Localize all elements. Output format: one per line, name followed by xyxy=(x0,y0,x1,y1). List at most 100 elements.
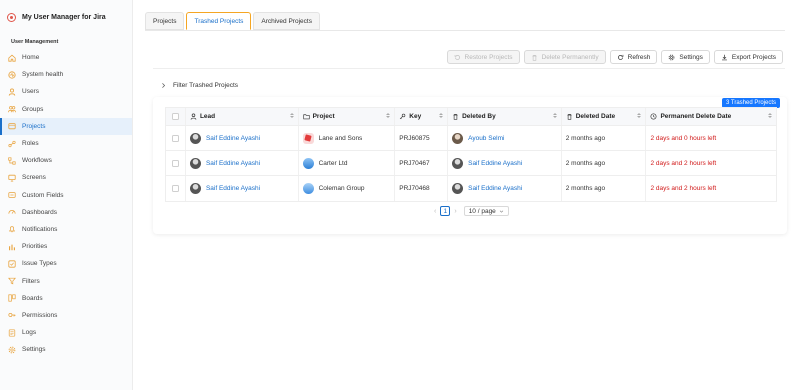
toolbar-divider xyxy=(153,68,785,69)
project-name: Coleman Group xyxy=(318,185,365,192)
project-name: Lane and Sons xyxy=(318,134,363,142)
column-label: Lead xyxy=(199,113,216,120)
sidebar-item-permissions[interactable]: Permissions xyxy=(0,307,132,324)
sidebar-item-logs[interactable]: Logs xyxy=(0,324,132,341)
page-number[interactable]: 1 xyxy=(440,206,451,216)
logs-icon xyxy=(8,329,16,337)
deleted-by-link[interactable]: Saif Eddine Ayashi xyxy=(468,185,522,192)
lead-link[interactable]: Saif Eddine Ayashi xyxy=(206,160,260,167)
export-projects-button[interactable]: Export Projects xyxy=(713,50,783,64)
sidebar-item-groups[interactable]: Groups xyxy=(0,101,132,118)
sidebar-item-settings[interactable]: Settings xyxy=(0,341,132,358)
sidebar-item-label: Home xyxy=(22,54,40,62)
tab-projects[interactable]: Projects xyxy=(145,12,185,30)
chevron-right-icon xyxy=(162,83,166,88)
settings-button[interactable]: Settings xyxy=(661,50,710,64)
roles-icon xyxy=(8,140,16,148)
table-header: Lead Project Key Deleted By Deleted Date… xyxy=(166,108,776,126)
sort-icon[interactable] xyxy=(439,113,444,118)
row-checkbox[interactable] xyxy=(171,134,179,142)
sidebar-item-filters[interactable]: Filters xyxy=(0,272,132,289)
table-row[interactable]: Saif Eddine Ayashi Lane and Sons PRJ6087… xyxy=(166,126,776,151)
sidebar-item-label: Filters xyxy=(22,277,40,285)
avatar xyxy=(189,157,201,169)
header-select-cell xyxy=(166,108,186,125)
boards-icon xyxy=(8,294,16,302)
row-checkbox[interactable] xyxy=(171,159,179,167)
sidebar-item-workflows[interactable]: Workflows xyxy=(0,152,132,169)
filters-icon xyxy=(8,277,16,285)
lead-cell: Saif Eddine Ayashi xyxy=(186,176,299,201)
screens-icon xyxy=(8,174,16,182)
tab-archived-projects[interactable]: Archived Projects xyxy=(253,12,320,30)
restore-projects-button[interactable]: Restore Projects xyxy=(446,50,520,64)
sidebar-item-label: Boards xyxy=(22,294,43,302)
select-all-checkbox[interactable] xyxy=(171,113,179,120)
avatar xyxy=(452,132,464,144)
sidebar-item-label: Permissions xyxy=(22,311,58,319)
sidebar-item-system-health[interactable]: System health xyxy=(0,66,132,83)
sidebar-section-title: User Management xyxy=(11,39,59,45)
lead-link[interactable]: Saif Eddine Ayashi xyxy=(206,185,260,192)
column-header-deleted-by[interactable]: Deleted By xyxy=(448,108,562,125)
column-label: Deleted By xyxy=(462,113,496,120)
trash-icon xyxy=(567,114,572,120)
deleted-by-link[interactable]: Saif Eddine Ayashi xyxy=(468,160,522,167)
prev-page-icon[interactable]: ‹ xyxy=(434,208,436,215)
sidebar-item-dashboards[interactable]: Dashboards xyxy=(0,204,132,221)
groups-icon xyxy=(8,105,16,113)
column-header-deleted-date[interactable]: Deleted Date xyxy=(562,108,647,125)
sidebar-item-roles[interactable]: Roles xyxy=(0,135,132,152)
avatar xyxy=(189,183,201,194)
export-projects-label: Export Projects xyxy=(731,53,776,61)
project-avatar xyxy=(302,157,314,169)
delete-permanently-button[interactable]: Delete Permanently xyxy=(523,50,606,64)
sidebar-item-home[interactable]: Home xyxy=(0,49,132,66)
sidebar-item-users[interactable]: Users xyxy=(0,83,132,100)
column-header-key[interactable]: Key xyxy=(395,108,449,125)
sort-icon[interactable] xyxy=(386,113,391,118)
sidebar-item-screens[interactable]: Screens xyxy=(0,169,132,186)
sidebar-item-issue-types[interactable]: Issue Types xyxy=(0,255,132,272)
dashboards-icon xyxy=(8,208,16,216)
page-size-value: 10 / page xyxy=(468,207,496,215)
filter-collapse[interactable]: Filter Trashed Projects xyxy=(160,82,238,89)
avatar xyxy=(452,183,464,194)
sidebar-item-priorities[interactable]: Priorities xyxy=(0,238,132,255)
row-checkbox[interactable] xyxy=(171,185,179,192)
sort-icon[interactable] xyxy=(768,113,773,118)
sidebar-nav: Home System health Users Groups Projects… xyxy=(0,49,132,358)
next-page-icon[interactable]: › xyxy=(454,208,456,215)
refresh-button[interactable]: Refresh xyxy=(609,50,658,64)
deleted-date-cell: 2 months ago xyxy=(562,151,647,175)
column-header-lead[interactable]: Lead xyxy=(186,108,299,125)
column-header-permanent-delete-date[interactable]: Permanent Delete Date xyxy=(646,108,776,125)
tab-divider xyxy=(145,30,785,31)
deleted-by-link[interactable]: Ayoub Selmi xyxy=(468,135,504,142)
permanent-delete-date-cell: 2 days and 2 hours left xyxy=(650,185,717,192)
table-row[interactable]: Saif Eddine Ayashi Carter Ltd PRJ70467 S… xyxy=(166,151,776,176)
sidebar-item-notifications[interactable]: Notifications xyxy=(0,221,132,238)
toolbar: Restore Projects Delete Permanently Refr… xyxy=(446,50,783,64)
column-header-project[interactable]: Project xyxy=(299,108,396,125)
home-icon xyxy=(8,54,16,62)
sidebar-item-label: Projects xyxy=(22,122,46,130)
sidebar-item-label: Custom Fields xyxy=(22,191,64,199)
sort-icon[interactable] xyxy=(552,113,557,118)
tab-trashed-projects[interactable]: Trashed Projects xyxy=(186,12,252,30)
page-size-select[interactable]: 10 / page xyxy=(463,206,509,216)
project-cell: Lane and Sons xyxy=(299,126,396,150)
column-label: Permanent Delete Date xyxy=(660,113,732,120)
filter-label: Filter Trashed Projects xyxy=(173,82,239,89)
delete-permanently-label: Delete Permanently xyxy=(541,53,599,61)
table-row[interactable]: Saif Eddine Ayashi Coleman Group PRJ7046… xyxy=(166,176,776,201)
sidebar-item-projects[interactable]: Projects xyxy=(0,117,132,135)
lead-link[interactable]: Saif Eddine Ayashi xyxy=(206,135,260,142)
sort-icon[interactable] xyxy=(637,113,642,118)
sidebar-item-boards[interactable]: Boards xyxy=(0,290,132,307)
column-label: Deleted Date xyxy=(575,113,616,120)
sidebar-item-label: Groups xyxy=(22,105,44,113)
settings-icon xyxy=(8,346,16,354)
sidebar-item-custom-fields[interactable]: Custom Fields xyxy=(0,187,132,204)
sort-icon[interactable] xyxy=(289,113,294,118)
